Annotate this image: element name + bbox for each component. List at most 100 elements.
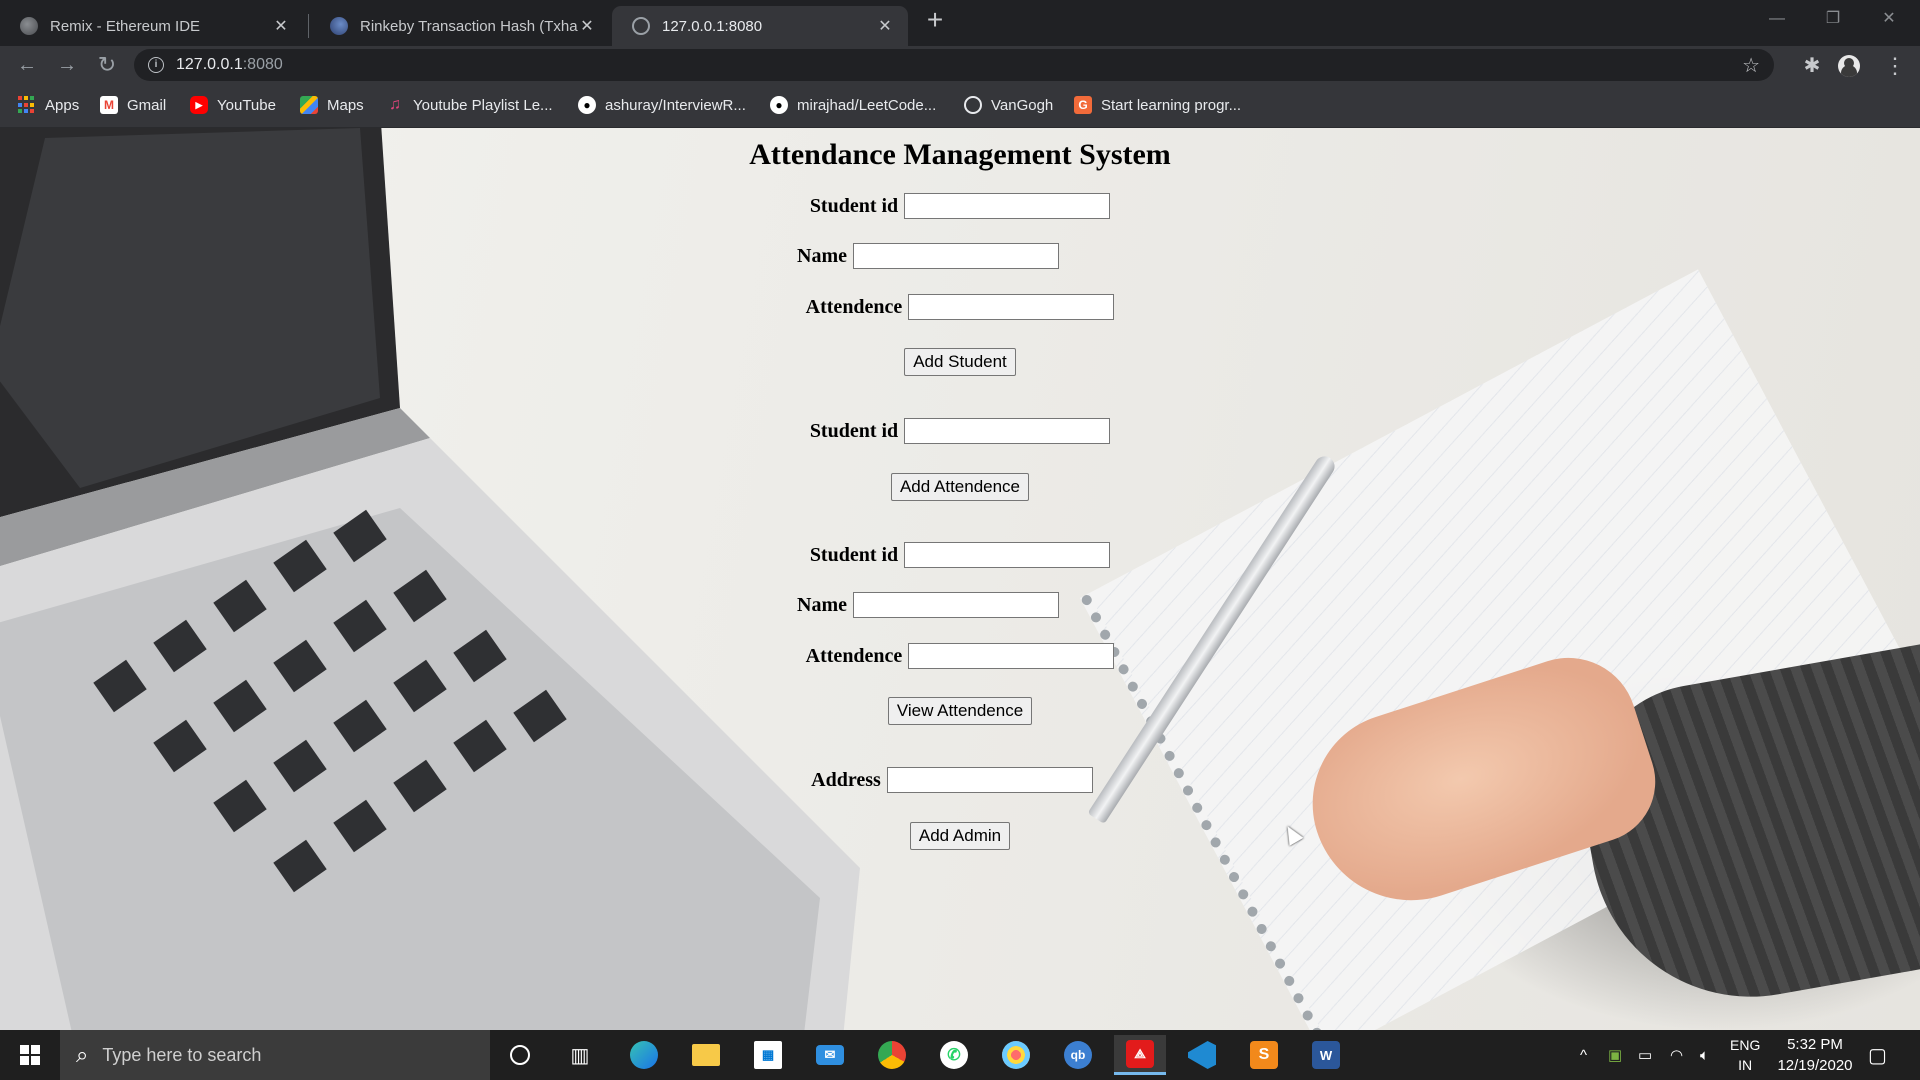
tab-localhost[interactable]: 127.0.0.1:8080 ✕ (612, 6, 908, 46)
github-icon: ● (770, 96, 788, 114)
bookmark-gmail[interactable]: M Gmail (100, 84, 166, 126)
url-text: 127.0.0.1:8080 (176, 56, 283, 74)
mail-icon[interactable]: ✉ (804, 1035, 856, 1075)
view-student-id-input[interactable] (904, 542, 1111, 568)
forward-icon[interactable]: → (52, 50, 82, 80)
bookmark-star-icon[interactable]: ☆ (1742, 53, 1760, 78)
new-tab-button[interactable]: + (922, 6, 948, 36)
paint-icon[interactable] (990, 1035, 1042, 1075)
url-port: :8080 (242, 56, 283, 73)
learning-icon: G (1074, 96, 1092, 114)
browser-toolbar: ← → ↻ i 127.0.0.1:8080 ☆ ✱ ⋮ (0, 46, 1920, 84)
attendence-label: Attendence (805, 295, 903, 318)
volume-icon[interactable]: 🔈︎ (1700, 1030, 1709, 1080)
edge-icon[interactable] (618, 1035, 670, 1075)
name-row: Name (0, 242, 1888, 270)
acrobat-icon[interactable]: ⟁ (1114, 1035, 1166, 1075)
chrome-icon[interactable] (866, 1035, 918, 1075)
file-explorer-icon[interactable] (680, 1035, 732, 1075)
add-student-button[interactable]: Add Student (904, 348, 1016, 376)
bookmark-label: VanGogh (991, 96, 1054, 114)
add-student-attendence-input[interactable] (908, 294, 1115, 320)
url-host: 127.0.0.1 (176, 56, 243, 73)
view-name-input[interactable] (852, 592, 1059, 618)
add-attendence-student-id-input[interactable] (904, 418, 1111, 444)
attendence-row: Attendence (0, 293, 1920, 321)
student-id-row: Student id (0, 417, 1920, 445)
window-close-icon[interactable]: ✕ (1866, 4, 1912, 34)
vscode-icon[interactable] (1176, 1035, 1228, 1075)
qbittorrent-icon[interactable]: qb (1052, 1035, 1104, 1075)
name-label: Name (797, 244, 847, 267)
bookmark-label: YouTube (217, 96, 276, 114)
region-code: IN (1738, 1057, 1753, 1073)
attendence-row: Attendence (0, 642, 1920, 670)
network-tray-icon[interactable]: ▣ (1608, 1030, 1622, 1080)
language-code: ENG (1730, 1037, 1761, 1053)
add-student-id-input[interactable] (904, 193, 1111, 219)
address-bar[interactable]: i 127.0.0.1:8080 ☆ (134, 49, 1774, 81)
student-id-label: Student id (809, 419, 899, 442)
tab-remix[interactable]: Remix - Ethereum IDE ✕ (0, 6, 304, 46)
tab-title: Rinkeby Transaction Hash (Txhash (360, 17, 578, 35)
minimize-icon[interactable]: — (1754, 4, 1800, 34)
notifications-icon[interactable]: ▢ (1868, 1030, 1887, 1080)
name-label: Name (797, 593, 847, 616)
add-admin-button[interactable]: Add Admin (910, 822, 1010, 850)
start-button[interactable] (0, 1030, 60, 1080)
extensions-icon[interactable]: ✱ (1799, 53, 1825, 78)
add-student-name-input[interactable] (852, 243, 1059, 269)
close-icon[interactable]: ✕ (578, 16, 596, 36)
playlist-icon: ♫ (389, 96, 401, 113)
bookmark-apps[interactable]: Apps (18, 84, 79, 126)
add-attendence-button[interactable]: Add Attendence (891, 473, 1029, 501)
attendance-form: Attendance Management System Student id … (0, 128, 1920, 1030)
clock-time: 5:32 PM (1787, 1036, 1843, 1053)
battery-icon[interactable]: ▭ (1638, 1030, 1652, 1080)
view-attendence-button[interactable]: View Attendence (888, 697, 1032, 725)
whatsapp-icon[interactable]: ✆ (928, 1035, 980, 1075)
close-icon[interactable]: ✕ (876, 16, 894, 36)
admin-address-input[interactable] (886, 767, 1093, 793)
profile-avatar[interactable] (1838, 55, 1860, 77)
system-clock[interactable]: 5:32 PM 12/19/2020 (1772, 1034, 1858, 1076)
globe-icon (964, 96, 982, 114)
bookmark-label: Gmail (127, 96, 167, 114)
etherscan-icon (330, 17, 348, 35)
bookmark-label: ashuray/InterviewR... (605, 96, 746, 114)
store-icon[interactable]: ▦ (742, 1035, 794, 1075)
windows-taskbar: ⌕ Type here to search ▥ ▦ ✉ ✆ qb ⟁ S W ^… (0, 1030, 1920, 1080)
gmail-icon: M (100, 96, 118, 114)
wifi-icon[interactable]: ◠ (1670, 1030, 1683, 1080)
menu-icon[interactable]: ⋮ (1882, 53, 1908, 79)
task-view-icon[interactable]: ▥ (554, 1035, 606, 1075)
attendence-label: Attendence (805, 644, 903, 667)
cortana-icon[interactable] (494, 1035, 546, 1075)
address-row: Address (0, 766, 1912, 794)
taskbar-search-box[interactable]: ⌕ Type here to search (60, 1030, 490, 1080)
view-attendence-input[interactable] (908, 643, 1115, 669)
bookmark-playlist[interactable]: ♫ Youtube Playlist Le... (386, 84, 553, 126)
youtube-icon: ▶ (190, 96, 208, 114)
bookmark-maps[interactable]: Maps (300, 84, 364, 126)
page-title: Attendance Management System (749, 138, 1171, 171)
clock-date: 12/19/2020 (1777, 1057, 1853, 1074)
tab-rinkeby[interactable]: Rinkeby Transaction Hash (Txhash ✕ (310, 6, 610, 46)
bookmark-github-leetcode[interactable]: ● mirajhad/LeetCode... (770, 84, 936, 126)
bookmark-label: Start learning progr... (1101, 96, 1242, 114)
back-icon[interactable]: ← (12, 50, 42, 80)
sublime-icon[interactable]: S (1238, 1035, 1290, 1075)
language-indicator[interactable]: ENG IN (1730, 1030, 1760, 1080)
bookmark-learning[interactable]: G Start learning progr... (1074, 84, 1241, 126)
student-id-label: Student id (809, 543, 899, 566)
bookmark-github-interview[interactable]: ● ashuray/InterviewR... (578, 84, 746, 126)
word-icon[interactable]: W (1300, 1035, 1352, 1075)
show-hidden-icons[interactable]: ^ (1580, 1030, 1587, 1080)
bookmark-youtube[interactable]: ▶ YouTube (190, 84, 276, 126)
reload-icon[interactable]: ↻ (92, 50, 122, 80)
bookmark-vangogh[interactable]: VanGogh (964, 84, 1053, 126)
site-info-icon[interactable]: i (148, 57, 164, 73)
search-placeholder: Type here to search (102, 1044, 262, 1065)
close-icon[interactable]: ✕ (272, 16, 290, 36)
restore-icon[interactable]: ❐ (1810, 4, 1856, 34)
